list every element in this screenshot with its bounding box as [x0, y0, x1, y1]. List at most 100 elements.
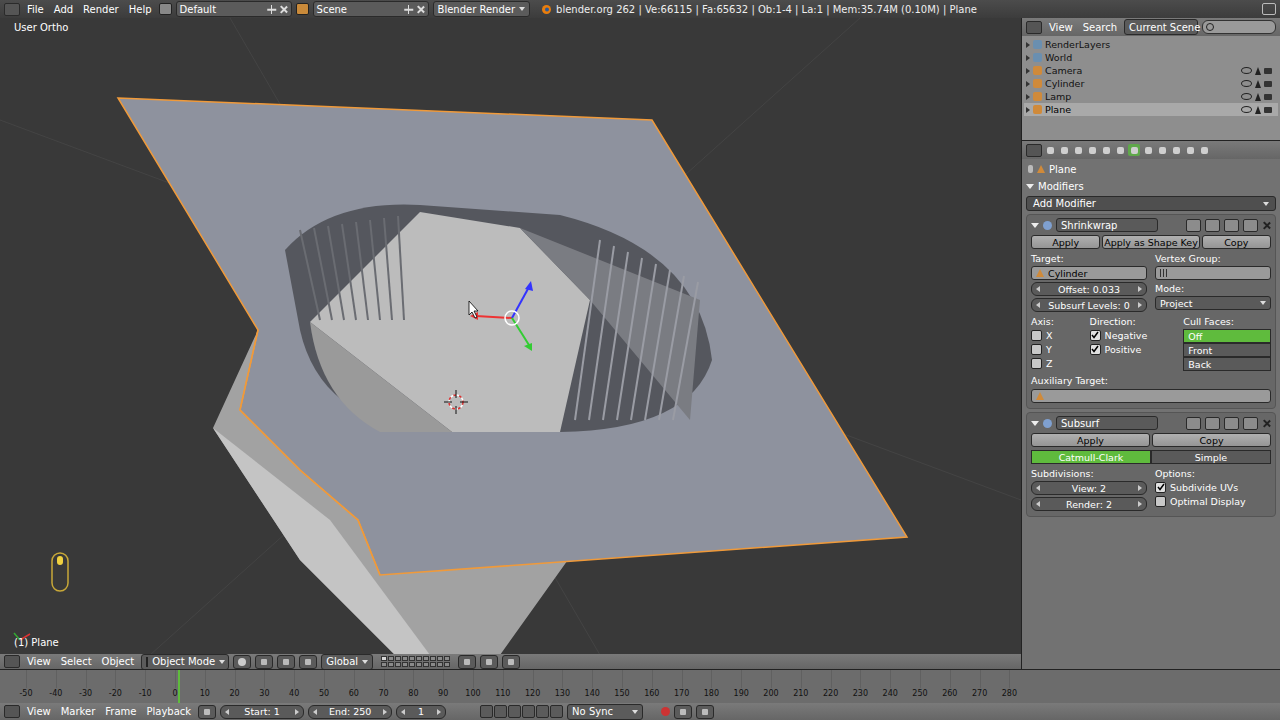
view-levels-field[interactable]: View: 2: [1031, 481, 1147, 495]
expand-icon[interactable]: [1026, 81, 1030, 87]
context-tab[interactable]: [1086, 144, 1098, 156]
offset-field[interactable]: Offset: 0.033: [1031, 282, 1147, 296]
context-tab[interactable]: [1058, 144, 1070, 156]
scene-field[interactable]: Scene: [313, 1, 429, 17]
plane-mesh[interactable]: [118, 98, 907, 575]
realtime-toggle[interactable]: [1186, 219, 1201, 232]
layer-button[interactable]: [409, 662, 415, 667]
scene-canvas[interactable]: [0, 18, 1021, 654]
keying-toggle[interactable]: [674, 705, 692, 719]
editor-type-icon[interactable]: [1026, 21, 1042, 34]
outliner-item[interactable]: Camera: [1024, 64, 1278, 77]
render-toggle[interactable]: [1205, 219, 1220, 232]
context-tab[interactable]: [1072, 144, 1084, 156]
cull-option[interactable]: Front: [1183, 343, 1271, 357]
layer-button[interactable]: [388, 656, 394, 661]
start-frame-field[interactable]: Start: 1: [220, 705, 304, 719]
outliner-item[interactable]: Lamp: [1024, 90, 1278, 103]
layer-button[interactable]: [423, 662, 429, 667]
expand-icon[interactable]: [1026, 94, 1030, 100]
menu-item[interactable]: Add: [51, 4, 76, 15]
layer-button[interactable]: [388, 662, 394, 667]
layer-button[interactable]: [395, 662, 401, 667]
menu-item[interactable]: View: [1046, 22, 1076, 33]
current-frame-field[interactable]: 1: [396, 705, 446, 719]
render-camera-icon[interactable]: [1264, 68, 1272, 74]
render-levels-field[interactable]: Render: 2: [1031, 497, 1147, 511]
axis-checkbox[interactable]: Z: [1031, 357, 1084, 369]
modifier-button[interactable]: Copy: [1202, 235, 1271, 249]
editor-type-icon[interactable]: [4, 655, 20, 668]
jump-end-icon[interactable]: [550, 705, 563, 718]
next-key-icon[interactable]: [536, 705, 549, 718]
section-header[interactable]: Modifiers: [1026, 179, 1276, 193]
layer-button[interactable]: [437, 656, 443, 661]
render-toggle[interactable]: [1205, 417, 1220, 430]
menu-item[interactable]: Playback: [143, 706, 194, 717]
menu-item[interactable]: Object: [99, 656, 138, 667]
outliner-item[interactable]: Plane: [1024, 103, 1278, 116]
option-checkbox[interactable]: Optimal Display: [1155, 495, 1271, 507]
editmode-toggle[interactable]: [1224, 219, 1239, 232]
render-camera-icon[interactable]: [1264, 94, 1272, 100]
outliner-item[interactable]: Cylinder: [1024, 77, 1278, 90]
menu-item[interactable]: View: [24, 706, 54, 717]
scene-icon[interactable]: [296, 3, 309, 15]
menu-item[interactable]: Render: [80, 4, 122, 15]
context-tab[interactable]: [1184, 144, 1196, 156]
select-arrow-icon[interactable]: [1255, 80, 1261, 88]
fullscreen-icon[interactable]: [1262, 3, 1276, 15]
transform-manipulator-icon[interactable]: [470, 281, 533, 351]
translate-toggle[interactable]: [299, 655, 317, 669]
pin-icon[interactable]: [1028, 165, 1033, 173]
add-modifier-dropdown[interactable]: Add Modifier: [1026, 196, 1276, 211]
subdivision-type[interactable]: Simple: [1151, 450, 1271, 464]
render-camera-icon[interactable]: [1264, 107, 1272, 113]
plus-icon[interactable]: [267, 5, 276, 14]
outliner-item[interactable]: RenderLayers: [1024, 38, 1278, 51]
editor-type-icon[interactable]: [4, 3, 20, 16]
select-arrow-icon[interactable]: [1255, 93, 1261, 101]
collapse-icon[interactable]: [1031, 421, 1039, 426]
layer-button[interactable]: [416, 656, 422, 661]
modifier-button[interactable]: Apply: [1031, 433, 1150, 447]
layer-button[interactable]: [381, 662, 387, 667]
3d-cursor-icon[interactable]: [444, 390, 468, 414]
mode-dropdown[interactable]: Project: [1155, 296, 1271, 310]
manipulator-toggle[interactable]: [277, 655, 295, 669]
layer-button[interactable]: [444, 656, 450, 661]
collapse-icon[interactable]: [1031, 223, 1039, 228]
cage-toggle[interactable]: [1243, 417, 1258, 430]
orientation-dropdown[interactable]: Global: [321, 654, 373, 670]
context-tab[interactable]: [1044, 144, 1056, 156]
expand-icon[interactable]: [1026, 42, 1030, 48]
expand-icon[interactable]: [1026, 55, 1030, 61]
editor-type-icon[interactable]: [4, 705, 20, 718]
expand-icon[interactable]: [1026, 107, 1030, 113]
preview-range-toggle[interactable]: [198, 705, 216, 719]
subdivision-type[interactable]: Catmull-Clark: [1031, 450, 1151, 464]
editmode-toggle[interactable]: [1224, 417, 1239, 430]
option-checkbox[interactable]: Subdivide UVs: [1155, 481, 1271, 493]
select-arrow-icon[interactable]: [1255, 106, 1261, 114]
menu-item[interactable]: Search: [1080, 22, 1120, 33]
screen-layout-icon[interactable]: [159, 3, 172, 15]
modifier-button[interactable]: Copy: [1152, 433, 1271, 447]
frame-ruler[interactable]: -50 -40 -30 -20 -10 0 10 20 30 40 50 60 …: [0, 670, 1280, 703]
modifier-name-field[interactable]: Shrinkwrap: [1056, 218, 1158, 232]
close-icon[interactable]: [416, 5, 425, 14]
modifier-button[interactable]: Apply: [1031, 235, 1100, 249]
play-reverse-icon[interactable]: [508, 705, 521, 718]
cull-option[interactable]: Off: [1183, 329, 1271, 343]
context-tab[interactable]: [1100, 144, 1112, 156]
sync-dropdown[interactable]: No Sync: [567, 704, 643, 720]
jump-start-icon[interactable]: [480, 705, 493, 718]
menu-item[interactable]: File: [24, 4, 47, 15]
subsurf-levels-field[interactable]: Subsurf Levels: 0: [1031, 298, 1147, 312]
eye-icon[interactable]: [1241, 67, 1252, 74]
prev-key-icon[interactable]: [494, 705, 507, 718]
display-mode-dropdown[interactable]: Current Scene: [1124, 19, 1198, 35]
shading-dropdown[interactable]: [233, 655, 251, 669]
vertex-group-field[interactable]: [1155, 266, 1271, 280]
mode-dropdown[interactable]: Object Mode: [141, 654, 229, 670]
